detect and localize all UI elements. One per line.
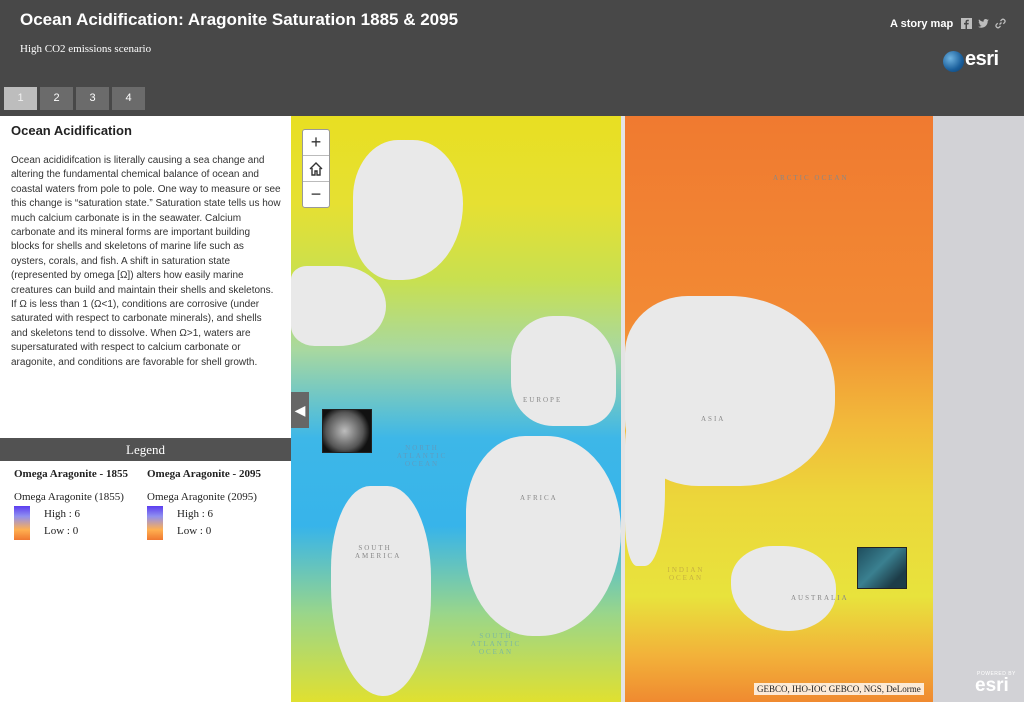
legend-header[interactable]: Legend bbox=[0, 438, 291, 461]
home-icon bbox=[309, 162, 323, 176]
legend-layer-1855: Omega Aragonite - 1855 Omega Aragonite (… bbox=[14, 468, 144, 542]
map-label-asia: ASIA bbox=[701, 415, 726, 423]
legend-high-label: High : 6 bbox=[44, 508, 81, 520]
map-view[interactable]: ARCTIC OCEAN EUROPE AFRICA ASIA SOUTH AM… bbox=[291, 116, 1024, 702]
south-america-landmass bbox=[331, 486, 431, 696]
map-label-arctic: ARCTIC OCEAN bbox=[773, 174, 849, 182]
zoom-out-button[interactable]: − bbox=[303, 182, 329, 207]
tab-4[interactable]: 4 bbox=[112, 87, 145, 110]
color-ramp-swatch bbox=[14, 506, 30, 540]
page-title: Ocean Acidification: Aragonite Saturatio… bbox=[20, 10, 459, 29]
tab-1[interactable]: 1 bbox=[4, 87, 37, 110]
legend-layer-title: Omega Aragonite - 2095 bbox=[147, 468, 261, 480]
map-attribution: GEBCO, IHO-IOC GEBCO, NGS, DeLorme bbox=[754, 683, 924, 695]
map-label-south-atlantic: SOUTH ATLANTIC OCEAN bbox=[470, 632, 522, 656]
legend-ramp: High : 6 Low : 0 bbox=[14, 506, 144, 542]
europe-landmass bbox=[511, 316, 616, 426]
tab-3[interactable]: 3 bbox=[76, 87, 109, 110]
legend-layer-title: Omega Aragonite - 1855 bbox=[14, 468, 128, 480]
north-america-landmass bbox=[291, 266, 386, 346]
map-label-indian: INDIAN OCEAN bbox=[667, 566, 705, 582]
story-map-label: A story map bbox=[890, 18, 954, 30]
legend-high-label: High : 6 bbox=[177, 508, 214, 520]
esri-logo[interactable]: esri bbox=[943, 48, 1005, 74]
home-button[interactable] bbox=[303, 156, 329, 182]
chevron-left-icon[interactable]: ◀ bbox=[291, 392, 309, 428]
shell-thumbnail[interactable] bbox=[322, 409, 372, 453]
legend-layer-subtitle: Omega Aragonite (1855) bbox=[14, 491, 124, 503]
link-icon[interactable] bbox=[995, 18, 1006, 29]
legend-low-label: Low : 0 bbox=[44, 525, 79, 537]
map-label-europe: EUROPE bbox=[523, 396, 563, 404]
legend-ramp: High : 6 Low : 0 bbox=[147, 506, 277, 542]
powered-by-esri-text: esri bbox=[975, 675, 1009, 696]
panel-body-text: Ocean acididifcation is literally causin… bbox=[11, 155, 281, 368]
legend-layer-2095: Omega Aragonite - 2095 Omega Aragonite (… bbox=[147, 468, 277, 542]
facebook-icon[interactable] bbox=[961, 18, 972, 29]
map-label-australia: AUSTRALIA bbox=[791, 594, 849, 602]
tab-2[interactable]: 2 bbox=[40, 87, 73, 110]
zoom-in-button[interactable]: + bbox=[303, 130, 329, 156]
reef-thumbnail[interactable] bbox=[857, 547, 907, 589]
esri-logo-text: esri bbox=[965, 48, 999, 70]
page-subtitle: High CO2 emissions scenario bbox=[20, 43, 152, 55]
panel-title: Ocean Acidification bbox=[11, 123, 132, 138]
zoom-control: + − bbox=[302, 129, 330, 208]
header-bar: Ocean Acidification: Aragonite Saturatio… bbox=[0, 0, 1024, 116]
legend-low-label: Low : 0 bbox=[177, 525, 212, 537]
side-panel: Ocean Acidification Ocean acididifcation… bbox=[0, 116, 291, 702]
map-label-south-america: SOUTH AMERICA bbox=[355, 544, 402, 560]
africa-east-landmass bbox=[625, 416, 665, 566]
map-label-africa: AFRICA bbox=[520, 494, 558, 502]
color-ramp-swatch bbox=[147, 506, 163, 540]
twitter-icon[interactable] bbox=[978, 18, 989, 29]
legend-layer-subtitle: Omega Aragonite (2095) bbox=[147, 491, 257, 503]
powered-by-esri-logo[interactable]: POWERED BY esri bbox=[975, 671, 1019, 697]
map-label-north-atlantic: NORTH ATLANTIC OCEAN bbox=[396, 444, 448, 468]
globe-icon bbox=[943, 51, 964, 72]
